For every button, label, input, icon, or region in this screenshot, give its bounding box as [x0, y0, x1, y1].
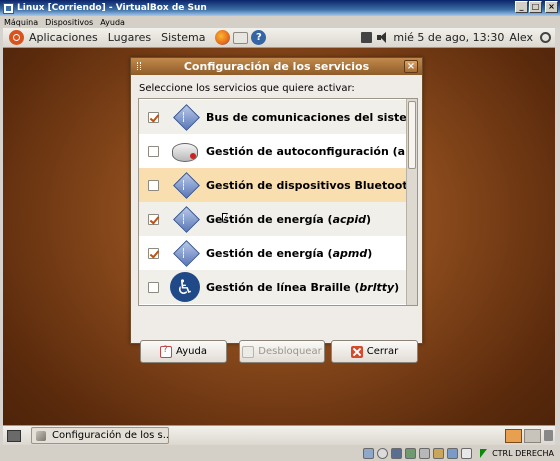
unlock-button[interactable]: Desbloquear [239, 340, 325, 363]
service-daemon: acpid [332, 212, 367, 226]
bottom-panel: Configuración de los s... [3, 425, 555, 445]
taskbar-window-button[interactable]: Configuración de los s... [31, 427, 169, 444]
help-button[interactable]: Ayuda [140, 340, 227, 363]
clock[interactable]: mié 5 de ago, 13:30 [393, 31, 504, 44]
maximize-button[interactable]: □ [529, 1, 542, 13]
services-list: Bus de comunicaciones del siste Gestión … [138, 98, 418, 306]
service-label: Gestión de energía (apmd) [206, 246, 373, 260]
service-label: Gestión de línea Braille (brltty) [206, 280, 400, 294]
service-daemon: apmd [332, 246, 368, 260]
menu-machine[interactable]: Máquina [4, 18, 38, 27]
close-button-label: Cerrar [366, 346, 399, 357]
firefox-icon[interactable] [215, 30, 231, 45]
menu-applications[interactable]: Aplicaciones [29, 31, 98, 44]
list-item[interactable]: Gestión de energía (apmd) [139, 236, 407, 270]
gear-diamond-icon [170, 170, 200, 200]
list-item[interactable]: Gestión de energía (acpid) [139, 202, 407, 236]
workspace-2[interactable] [524, 429, 541, 443]
workspace-switcher [505, 429, 541, 443]
menu-places[interactable]: Lugares [108, 31, 151, 44]
menu-devices[interactable]: Dispositivos [45, 18, 93, 27]
network-adapter-icon[interactable] [405, 447, 417, 459]
shared-folders-icon[interactable] [433, 447, 445, 459]
menu-system[interactable]: Sistema [161, 31, 205, 44]
help-icon [160, 345, 173, 358]
vbox-menu-bar: Máquina Dispositivos Ayuda [0, 16, 560, 28]
cd-icon[interactable] [377, 447, 389, 459]
grip-icon [137, 62, 141, 70]
list-item[interactable]: Gestión de autoconfiguración (a [139, 134, 407, 168]
list-item[interactable]: Bus de comunicaciones del siste [139, 100, 407, 134]
panel-tray: mié 5 de ago, 13:30 Alex [361, 31, 555, 44]
dialog-prompt: Seleccione los servicios que quiere acti… [139, 83, 355, 94]
help-button-label: Ayuda [176, 346, 207, 357]
dialog-close-button[interactable]: × [404, 60, 418, 73]
workspace-1[interactable] [505, 429, 522, 443]
service-label: Gestión de autoconfiguración (a [206, 144, 406, 158]
service-checkbox[interactable] [148, 145, 159, 157]
show-desktop-icon[interactable] [7, 429, 21, 442]
mail-icon[interactable] [233, 31, 249, 44]
dialog-title-bar: Configuración de los servicios × [131, 58, 422, 75]
scrollbar-thumb[interactable] [408, 101, 416, 169]
service-checkbox[interactable] [148, 179, 159, 191]
close-icon [350, 345, 363, 358]
window-controls: _ □ × [515, 1, 558, 13]
ubuntu-logo-icon[interactable] [9, 30, 24, 45]
list-item[interactable]: Gestión de línea Braille (brltty) [139, 270, 407, 304]
vbox-status-bar: CTRL DERECHA [0, 445, 560, 461]
close-button[interactable]: Cerrar [331, 340, 418, 363]
menu-help[interactable]: Ayuda [100, 18, 125, 27]
gear-diamond-icon [170, 204, 200, 234]
lock-icon [242, 345, 255, 358]
floppy-icon[interactable] [391, 447, 403, 459]
top-panel: Aplicaciones Lugares Sistema ? mié 5 de … [3, 28, 555, 48]
mouse-pointer-icon [222, 213, 228, 223]
remote-display-icon[interactable] [447, 447, 459, 459]
service-label: Bus de comunicaciones del siste [206, 110, 407, 124]
mouse-integration-icon[interactable] [461, 447, 473, 459]
network-icon[interactable] [361, 32, 373, 43]
service-daemon: brltty [359, 280, 395, 294]
window-title: Linux [Corriendo] - VirtualBox de Sun [17, 3, 207, 13]
host-key-arrow-icon [477, 448, 489, 459]
power-icon[interactable] [540, 32, 551, 43]
gear-diamond-icon [170, 102, 200, 132]
service-label: Gestión de energía (acpid) [206, 212, 372, 226]
service-checkbox[interactable] [148, 111, 159, 123]
host-key-label: CTRL DERECHA [492, 448, 554, 458]
gear-diamond-icon [170, 238, 200, 268]
services-dialog: Configuración de los servicios × Selecci… [130, 57, 423, 344]
usb-icon[interactable] [419, 447, 431, 459]
list-item[interactable]: Gestión de dispositivos Bluetoot [139, 168, 407, 202]
minimize-button[interactable]: _ [515, 1, 528, 13]
user-name[interactable]: Alex [509, 31, 533, 44]
accessibility-icon [170, 272, 200, 302]
service-label: Gestión de dispositivos Bluetoot [206, 178, 407, 192]
unlock-button-label: Desbloquear [258, 346, 322, 357]
drive-icon [170, 136, 200, 166]
service-checkbox[interactable] [148, 281, 159, 293]
hard-disk-icon[interactable] [363, 447, 375, 459]
close-window-button[interactable]: × [545, 1, 558, 13]
vbox-title-bar: Linux [Corriendo] - VirtualBox de Sun _ … [0, 0, 560, 16]
dialog-title: Configuración de los servicios [183, 60, 370, 73]
service-checkbox[interactable] [148, 247, 159, 259]
list-scrollbar[interactable] [406, 99, 417, 305]
services-task-icon [36, 430, 46, 441]
help-icon[interactable]: ? [251, 30, 267, 45]
virtualbox-icon [3, 2, 14, 14]
service-checkbox[interactable] [148, 213, 159, 225]
taskbar-window-label: Configuración de los s... [52, 430, 169, 441]
trash-icon[interactable] [544, 430, 553, 441]
volume-icon[interactable] [377, 32, 388, 43]
